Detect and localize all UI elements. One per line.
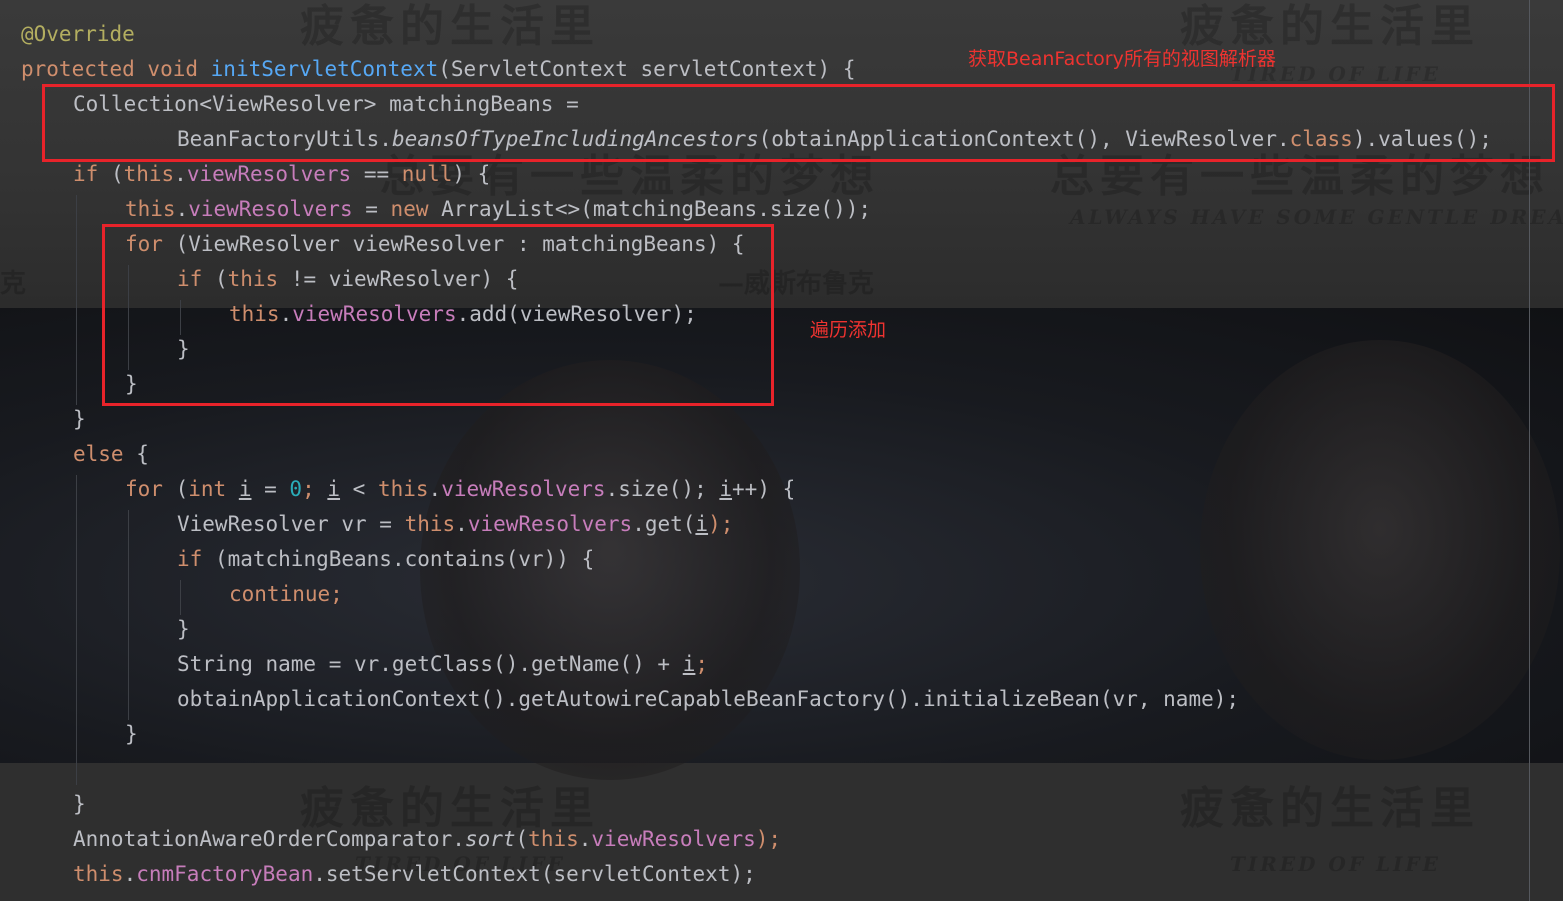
code-line-19: String name = vr.getClass().getName() + …: [177, 647, 708, 682]
code-text: ) {: [452, 162, 491, 186]
highlight-box-collect: [42, 84, 1555, 162]
code-text: .: [174, 162, 187, 186]
code-line-2: protected void initServletContext(Servle…: [21, 52, 855, 87]
code-text: String name = vr.getClass().getName() +: [177, 652, 683, 676]
watermark-title-4: 疲惫的生活里: [1180, 783, 1480, 834]
keyword-token: if: [73, 162, 99, 186]
code-line-16: if (matchingBeans.contains(vr)) {: [177, 542, 594, 577]
number-token: 0: [289, 477, 303, 501]
watermark-edge-char: 克: [0, 269, 27, 299]
code-text: .: [455, 512, 468, 536]
watermark-title-1: 疲惫的生活里: [300, 1, 600, 52]
code-text: (: [515, 827, 529, 851]
code-text: ArrayList<>(matchingBeans.size());: [428, 197, 871, 221]
variable-token: i: [695, 512, 709, 536]
indent-guide: [128, 510, 129, 720]
static-method-token: sort: [464, 827, 516, 851]
keyword-token: this: [123, 162, 175, 186]
code-text: AnnotationAwareOrderComparator.: [73, 827, 465, 851]
code-line-22: }: [73, 787, 86, 822]
field-token: viewResolvers: [441, 477, 606, 501]
code-text: ==: [351, 162, 402, 186]
code-line-18: }: [177, 612, 190, 647]
keyword-token: int: [188, 477, 227, 501]
code-text: }: [177, 617, 190, 641]
keyword-token: this: [377, 477, 429, 501]
code-text: .: [578, 827, 592, 851]
variable-token: i: [682, 652, 696, 676]
code-text: =: [251, 477, 290, 501]
code-text: .size();: [605, 477, 720, 501]
keyword-token: for: [125, 477, 163, 501]
keyword-token: protected void: [21, 57, 211, 81]
keyword-token: this: [125, 197, 176, 221]
code-line-20: obtainApplicationContext().getAutowireCa…: [177, 682, 1239, 717]
code-text: }: [73, 407, 86, 431]
highlight-box-loop: [102, 224, 774, 406]
code-text: .: [175, 197, 189, 221]
method-name-token: initServletContext: [210, 57, 439, 81]
keyword-token: if: [177, 547, 203, 571]
code-text: ++) {: [732, 477, 796, 501]
field-token: viewResolvers: [467, 512, 633, 536]
variable-token: i: [719, 477, 733, 501]
field-token: cnmFactoryBean: [136, 862, 314, 886]
code-line-24: this.cnmFactoryBean.setServletContext(se…: [73, 857, 756, 892]
field-token: viewResolvers: [188, 197, 353, 221]
code-text: <: [340, 477, 378, 501]
code-text: );: [755, 827, 782, 851]
code-text: ;: [695, 652, 709, 676]
code-text: .: [428, 477, 442, 501]
variable-token: i: [238, 477, 252, 501]
background-face-right: [1200, 340, 1560, 760]
annotation-note-collect: 获取BeanFactory所有的视图解析器: [968, 48, 1276, 70]
code-line-21: }: [125, 717, 138, 752]
code-line-5: if (this.viewResolvers == null) {: [73, 157, 490, 192]
indent-guide: [180, 580, 181, 615]
watermark-line2-en: ALWAYS HAVE SOME GENTLE DREAMS: [1070, 205, 1563, 229]
code-text: (: [98, 162, 124, 186]
keyword-token: new: [390, 197, 429, 221]
annotation-token: @Override: [21, 22, 135, 46]
code-text: }: [73, 792, 86, 816]
keyword-token: continue;: [229, 582, 343, 606]
code-line-12: }: [73, 402, 86, 437]
keyword-token: this: [404, 512, 456, 536]
watermark-subtitle-3: TIRED OF LIFE: [1230, 852, 1441, 876]
code-text: ViewResolver vr =: [177, 512, 405, 536]
keyword-token: else: [73, 442, 124, 466]
keyword-token: this: [528, 827, 579, 851]
code-text: .: [123, 862, 137, 886]
indent-guide: [76, 195, 77, 405]
code-line-13: else {: [73, 437, 149, 472]
annotation-note-loop: 遍历添加: [810, 319, 887, 341]
keyword-token: null: [401, 162, 453, 186]
code-text: .setServletContext(servletContext);: [313, 862, 756, 886]
code-text: {: [123, 442, 149, 466]
code-text: );: [708, 512, 734, 536]
code-line-6: this.viewResolvers = new ArrayList<>(mat…: [125, 192, 871, 227]
code-text: (ServletContext servletContext) {: [438, 57, 856, 81]
code-text: ;: [302, 477, 328, 501]
indent-guide: [76, 475, 77, 785]
code-line-23: AnnotationAwareOrderComparator.sort(this…: [73, 822, 781, 857]
code-line-14: for (int i = 0; i < this.viewResolvers.s…: [125, 472, 795, 507]
variable-token: i: [327, 477, 341, 501]
keyword-token: this: [73, 862, 124, 886]
code-text: (: [162, 477, 189, 501]
code-line-17: continue;: [229, 577, 343, 612]
code-text: }: [125, 722, 138, 746]
code-text: obtainApplicationContext().getAutowireCa…: [177, 687, 1240, 711]
code-text: (matchingBeans.contains(vr)) {: [202, 547, 595, 571]
code-line-15: ViewResolver vr = this.viewResolvers.get…: [177, 507, 733, 542]
code-line-1: @Override: [21, 17, 135, 52]
code-text: .get(: [632, 512, 696, 536]
field-token: viewResolvers: [186, 162, 352, 186]
field-token: viewResolvers: [591, 827, 756, 851]
code-text: =: [352, 197, 391, 221]
